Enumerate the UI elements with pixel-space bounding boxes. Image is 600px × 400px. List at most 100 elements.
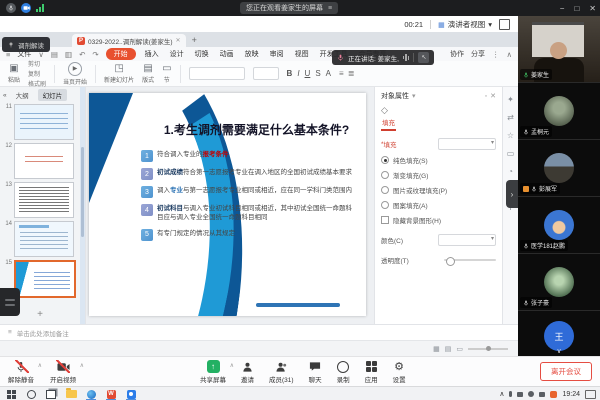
radio-selected-icon[interactable] (381, 156, 389, 164)
fullscreen-icon[interactable] (499, 19, 510, 30)
font-color-button[interactable]: A (326, 69, 331, 78)
checkbox-icon[interactable] (381, 216, 389, 224)
font-size-select[interactable] (253, 67, 279, 80)
more-icon[interactable]: ⋮ (492, 50, 500, 59)
chevron-up-icon[interactable]: ∧ (230, 362, 234, 369)
close-tab-icon[interactable]: ✕ (176, 37, 181, 44)
slide-thumbnail-14[interactable]: 14 (4, 221, 78, 257)
print-icon[interactable]: ▥ (65, 50, 72, 59)
record-button[interactable]: 录制 (337, 360, 350, 384)
menu-tab-review[interactable]: 审阅 (268, 48, 286, 60)
participant-tile[interactable]: 孟桐元 (518, 83, 600, 140)
switch-panel-icon[interactable]: ⇄ (507, 113, 514, 122)
option-picture-fill[interactable]: 图片或纹理填充(P) (381, 185, 496, 195)
option-gradient-fill[interactable]: 渐变填充(G) (381, 170, 496, 180)
file-explorer-button[interactable] (65, 387, 77, 400)
unmute-button[interactable]: 解除静音 ∧ (8, 360, 34, 384)
current-slide[interactable]: 1.考生调剂需要满足什么基本条件? 1 符合调入专业的报考条件 2 初试成绩符合… (89, 93, 366, 316)
play-from-current-button[interactable]: ▶ 当页开始 (63, 62, 87, 86)
new-slide-button[interactable]: ◳ 新建幻灯片 (104, 64, 134, 84)
shapes-icon[interactable]: ▭ (507, 149, 515, 158)
panel-collapse-handle[interactable]: › (506, 180, 518, 208)
action-center-icon[interactable] (585, 390, 596, 399)
menu-tab-design[interactable]: 设计 (168, 48, 186, 60)
view-mode-selector[interactable]: ▦ 演讲者视图 ▾ (438, 19, 492, 30)
banner-menu-icon[interactable]: ≡ (328, 5, 332, 12)
chevron-down-icon[interactable]: ▾ (412, 92, 416, 100)
radio-icon[interactable] (381, 186, 389, 194)
slider-handle[interactable] (446, 257, 455, 266)
paste-button[interactable]: ▣ 粘贴 (8, 64, 20, 84)
fill-style-dropdown[interactable] (438, 138, 496, 150)
chevron-up-icon[interactable]: ∧ (80, 362, 84, 369)
tray-wps-cloud-icon[interactable] (550, 391, 557, 398)
new-tab-button[interactable]: + (192, 34, 197, 47)
sorter-view-icon[interactable]: ▤ (445, 345, 452, 353)
align-left-icon[interactable]: ≡ (339, 69, 344, 78)
strikethrough-button[interactable]: S (315, 69, 320, 78)
option-hide-background[interactable]: 隐藏背景图形(H) (381, 215, 496, 225)
leave-meeting-button[interactable]: 离开会议 (540, 362, 592, 381)
scroll-more-participants-icon[interactable]: ∨ (518, 347, 600, 355)
start-video-button[interactable]: 开启视频 ∧ (50, 360, 76, 384)
participant-tile[interactable]: 医学181赵鹏 (518, 197, 600, 254)
start-button[interactable] (5, 387, 17, 400)
collapse-panel-icon[interactable]: « (3, 92, 7, 99)
floating-mini-window[interactable] (0, 288, 20, 316)
tray-mic-icon[interactable] (509, 391, 512, 397)
settings-button[interactable]: ⚙ 设置 (393, 360, 406, 384)
menu-tab-transition[interactable]: 切换 (193, 48, 211, 60)
chat-button[interactable]: 聊天 (309, 360, 322, 384)
font-name-select[interactable] (189, 67, 245, 80)
invite-button[interactable]: 邀请 (241, 360, 254, 384)
section-button[interactable]: ▭ 节 (162, 64, 171, 84)
thumbnail-preview[interactable] (14, 182, 74, 218)
slide-thumbnail-11[interactable]: 11 (4, 104, 78, 140)
tray-volume-icon[interactable] (528, 391, 534, 397)
pin-panel-icon[interactable]: ◦ (485, 93, 487, 100)
camera-status-icon[interactable] (21, 3, 31, 13)
normal-view-icon[interactable]: ▦ (433, 345, 440, 353)
menu-tab-animation[interactable]: 动画 (218, 48, 236, 60)
thumbnail-preview[interactable] (14, 104, 74, 140)
collaborate-button[interactable]: 协作 (450, 49, 464, 59)
speaking-indicator-banner[interactable]: 正在讲话: 姜家生, ↖ (332, 50, 434, 65)
menu-tab-view[interactable]: 视图 (293, 48, 311, 60)
share-button[interactable]: 分享 (471, 49, 485, 59)
option-solid-fill[interactable]: 纯色填充(S) (381, 155, 496, 165)
menu-tab-home[interactable]: 开始 (106, 48, 136, 60)
radio-icon[interactable] (381, 171, 389, 179)
thumbnail-preview[interactable] (14, 221, 74, 257)
tray-battery-icon[interactable] (517, 392, 523, 397)
layout-button[interactable]: ▤ 版式 (142, 64, 154, 84)
wps-taskbar-button[interactable]: W (105, 387, 117, 400)
meeting-taskbar-button[interactable] (125, 387, 137, 400)
redo-icon[interactable]: ↷ (92, 50, 98, 59)
floating-doc-tag[interactable]: 调剂解读 (2, 37, 50, 52)
slide-thumbnail-13[interactable]: 13 (4, 182, 78, 218)
tab-outline[interactable]: 大纲 (11, 89, 34, 101)
document-tab[interactable]: P 0329-2022..调剂解读(姜家生) ✕ (72, 34, 186, 47)
undo-icon[interactable]: ↶ (79, 50, 85, 59)
watching-banner[interactable]: 您正在观看姜家生的屏幕 ≡ (240, 2, 338, 14)
participant-tile[interactable]: 张子豪 (518, 254, 600, 311)
open-float-window-icon[interactable]: ↖ (418, 52, 429, 63)
mic-status-icon[interactable] (6, 3, 16, 13)
copy-button[interactable]: 复制 (28, 69, 46, 78)
fill-tab[interactable]: 填充 (381, 116, 396, 131)
effects-icon[interactable]: ✦ (507, 95, 514, 104)
underline-button[interactable]: U (305, 69, 311, 78)
menu-tab-slideshow[interactable]: 放映 (243, 48, 261, 60)
maximize-button[interactable]: □ (574, 4, 579, 13)
radio-icon[interactable] (381, 201, 389, 209)
thumbnail-preview-selected[interactable] (14, 260, 76, 298)
bold-button[interactable]: B (287, 69, 293, 78)
task-view-button[interactable] (45, 387, 57, 400)
members-button[interactable]: 成员(31) (269, 360, 294, 384)
opacity-slider[interactable] (444, 259, 496, 261)
save-icon[interactable]: ▤ (51, 50, 58, 59)
thumbnail-preview[interactable] (14, 143, 74, 179)
cut-button[interactable]: 剪切 (28, 59, 46, 68)
slide-thumbnail-12[interactable]: 12 (4, 143, 78, 179)
tray-network-icon[interactable] (539, 392, 545, 397)
